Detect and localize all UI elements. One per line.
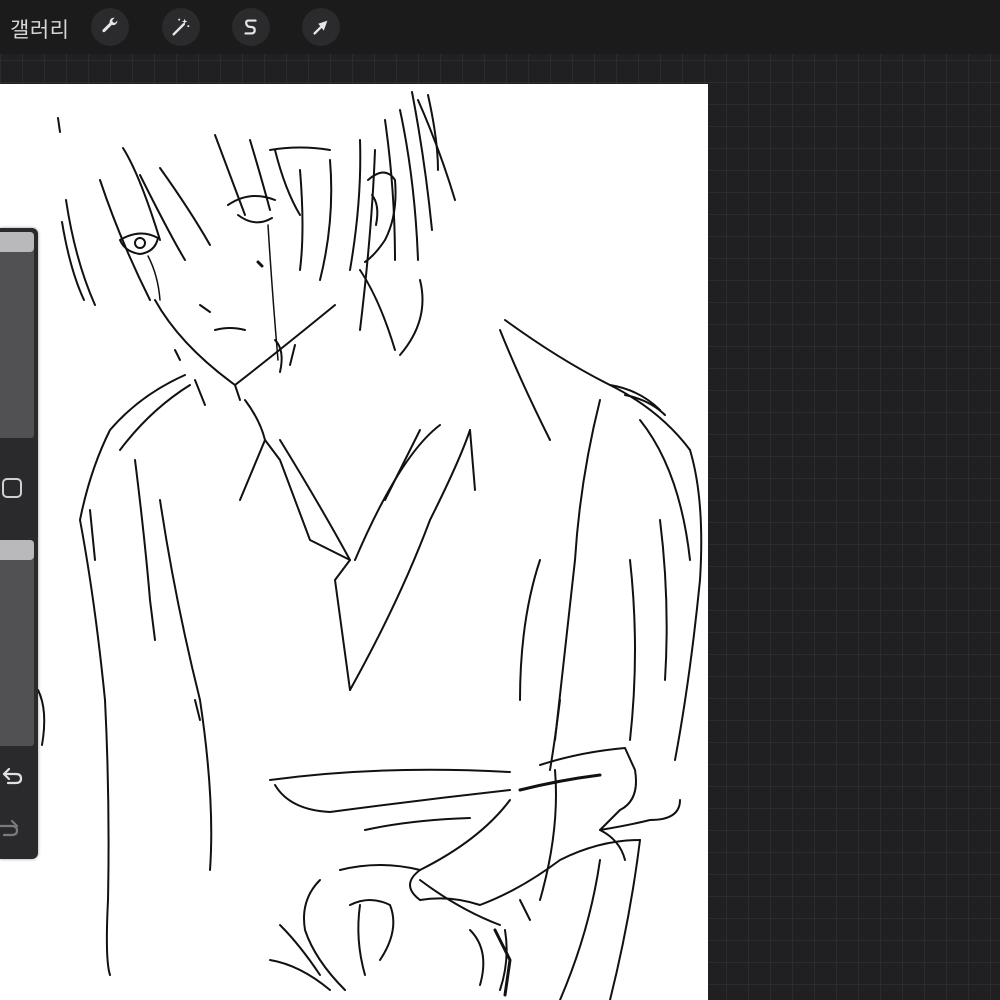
selection-button[interactable] [232, 8, 270, 46]
brush-size-slider[interactable] [0, 232, 34, 438]
drawing-canvas[interactable] [0, 84, 708, 1000]
sketch-artwork [37, 91, 703, 1000]
redo-button[interactable] [0, 816, 26, 842]
opacity-slider-thumb[interactable] [0, 540, 34, 560]
selection-s-icon [244, 19, 257, 35]
magic-wand-icon [172, 18, 190, 36]
gallery-button[interactable]: 갤러리 [10, 14, 69, 44]
transform-button[interactable] [302, 8, 340, 46]
brush-size-slider-thumb[interactable] [0, 232, 34, 252]
sidebar-panel [0, 228, 38, 859]
undo-button[interactable] [0, 764, 26, 790]
modify-button[interactable] [2, 478, 22, 498]
undo-icon [2, 767, 23, 785]
wrench-icon [102, 17, 118, 33]
actions-button[interactable] [91, 8, 129, 46]
arrow-cursor-icon [313, 20, 328, 35]
opacity-slider[interactable] [0, 540, 34, 746]
top-toolbar: 갤러리 [0, 0, 1000, 54]
redo-icon [0, 819, 19, 837]
adjustments-button[interactable] [162, 8, 200, 46]
